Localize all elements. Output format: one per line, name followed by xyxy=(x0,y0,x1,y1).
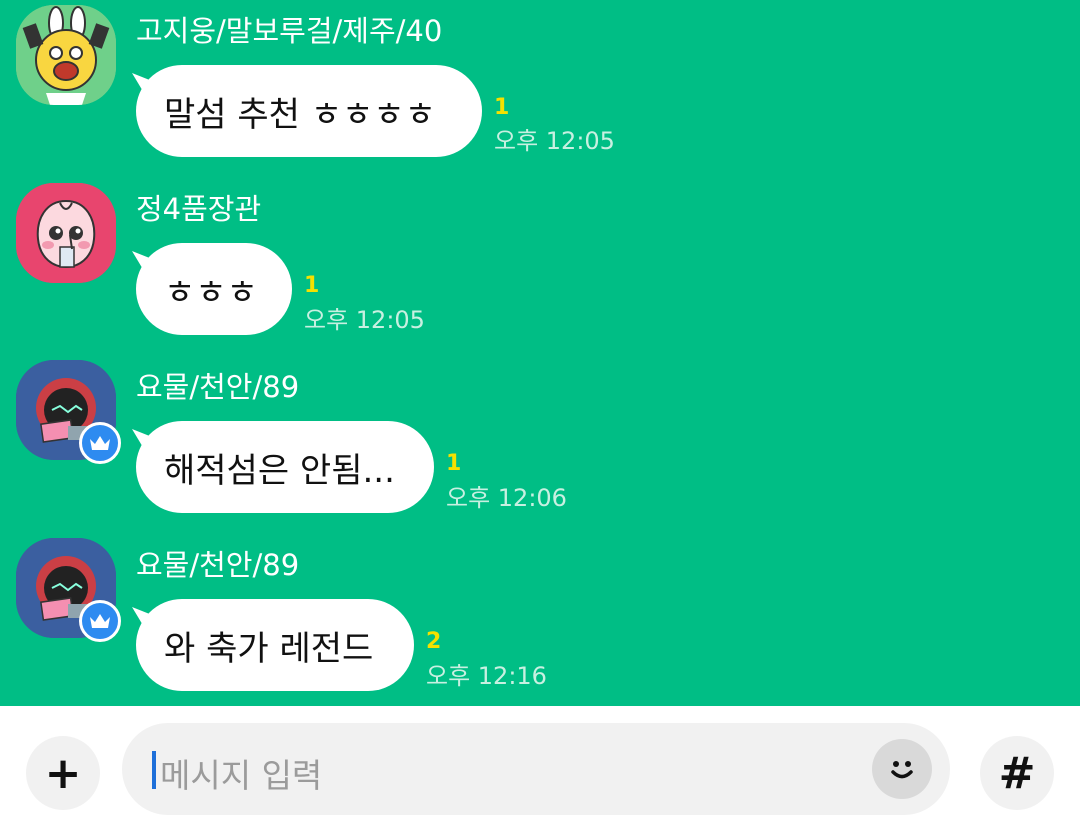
plus-icon: + xyxy=(44,747,82,799)
unread-count: 1 xyxy=(494,95,510,120)
message-bubble[interactable]: 와 축가 레전드 xyxy=(136,599,414,691)
message-input-placeholder: 메시지 입력 xyxy=(160,756,323,795)
message-time: 오후 12:16 xyxy=(426,662,547,690)
message-text: 와 축가 레전드 xyxy=(164,628,374,669)
message-text: 해적섬은 안됨... xyxy=(164,450,395,491)
unread-count: 2 xyxy=(426,629,442,654)
profile-avatar[interactable] xyxy=(16,5,116,105)
message-bubble[interactable]: 말섬 추천 ㅎㅎㅎㅎ xyxy=(136,65,482,157)
chat-area[interactable]: 고지웅/말보루걸/제주/40 말섬 추천 ㅎㅎㅎㅎ 1 오후 12:05 정4품… xyxy=(0,0,1080,706)
message-text: ㅎㅎㅎ xyxy=(164,272,258,313)
message-time: 오후 12:05 xyxy=(304,306,425,334)
crown-icon xyxy=(90,614,110,628)
hashtag-icon: # xyxy=(998,747,1036,799)
add-button[interactable]: + xyxy=(26,736,100,810)
sender-name[interactable]: 고지웅/말보루걸/제주/40 xyxy=(136,14,442,48)
sender-name[interactable]: 요물/천안/89 xyxy=(136,548,299,582)
message-bubble[interactable]: ㅎㅎㅎ xyxy=(136,243,292,335)
profile-avatar[interactable] xyxy=(16,183,116,283)
sender-name[interactable]: 정4품장관 xyxy=(136,192,261,226)
host-badge xyxy=(79,422,121,464)
message-bubble[interactable]: 해적섬은 안됨... xyxy=(136,421,434,513)
emoticon-button[interactable] xyxy=(872,739,932,799)
ryan-rabbit-avatar-icon xyxy=(16,5,116,105)
message-text: 말섬 추천 ㅎㅎㅎㅎ xyxy=(164,94,436,135)
smiley-icon xyxy=(891,761,913,779)
hashtag-button[interactable]: # xyxy=(980,736,1054,810)
message-time: 오후 12:06 xyxy=(446,484,567,512)
unread-count: 1 xyxy=(446,451,462,476)
apeach-avatar-icon xyxy=(16,183,116,283)
sender-name[interactable]: 요물/천안/89 xyxy=(136,370,299,404)
host-badge xyxy=(79,600,121,642)
text-caret xyxy=(152,751,156,789)
message-time: 오후 12:05 xyxy=(494,127,615,155)
message-input[interactable]: 메시지 입력 xyxy=(122,723,950,815)
crown-icon xyxy=(90,436,110,450)
unread-count: 1 xyxy=(304,273,320,298)
